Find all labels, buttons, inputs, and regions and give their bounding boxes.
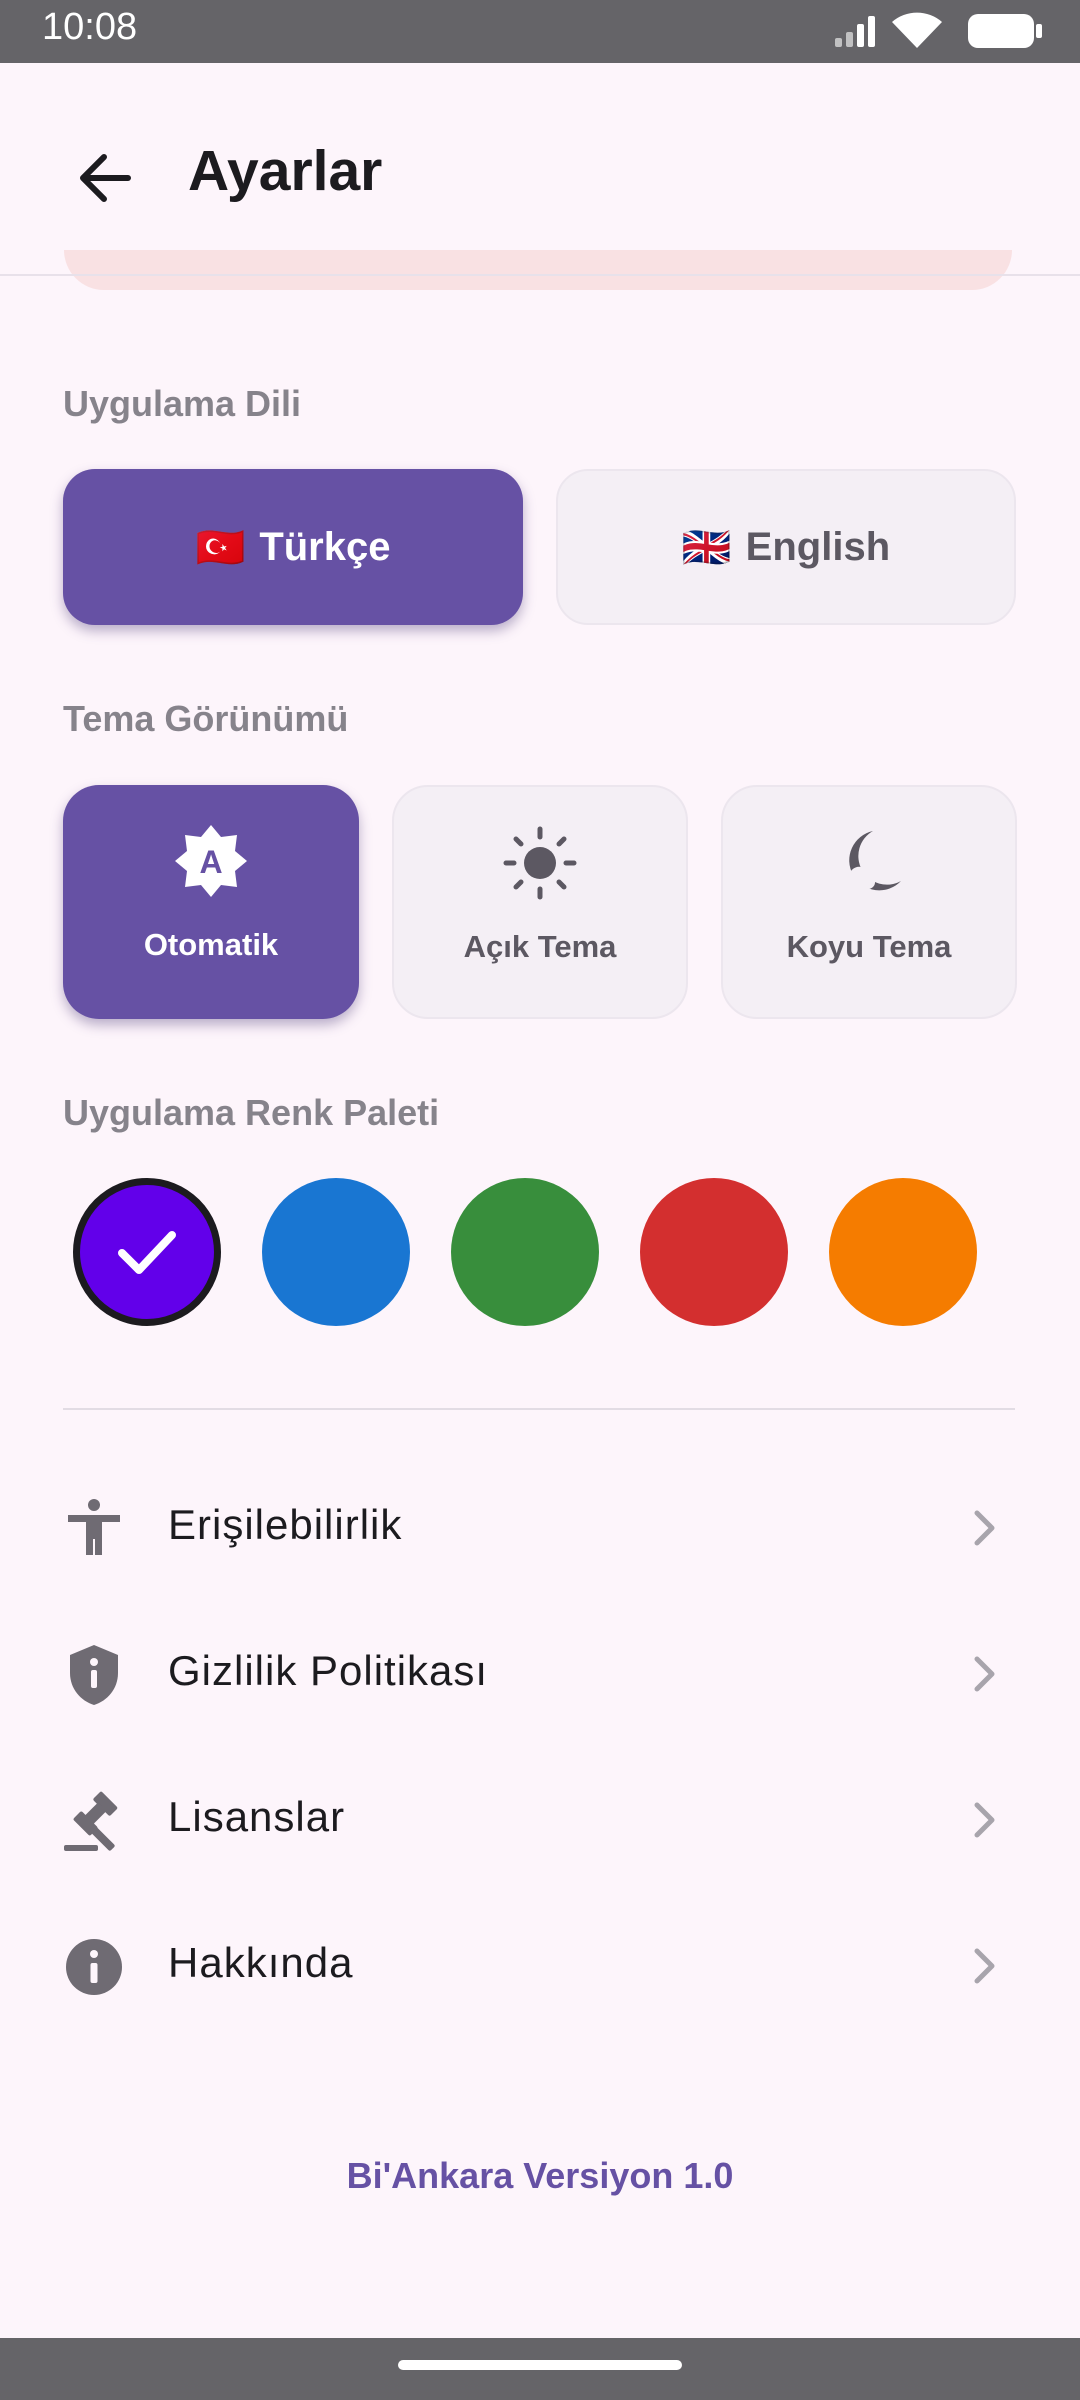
info-icon <box>66 1939 122 1995</box>
status-time: 10:08 <box>42 6 138 48</box>
uk-flag-icon: 🇬🇧 <box>681 525 732 570</box>
theme-section-label: Tema Görünümü <box>63 698 349 739</box>
moon-icon <box>842 831 901 891</box>
language-english-button[interactable]: 🇬🇧 English <box>556 469 1016 625</box>
theme-light-label: Açık Tema <box>463 929 617 964</box>
shield-icon <box>70 1645 118 1705</box>
wifi-icon <box>892 12 942 48</box>
color-swatch-blue[interactable] <box>262 1178 410 1326</box>
chevron-right-icon <box>974 1802 995 1838</box>
menu-item-privacy[interactable]: Gizlilik Politikası <box>0 1601 1080 1747</box>
color-swatch-red[interactable] <box>640 1178 788 1326</box>
check-icon <box>118 1231 176 1274</box>
back-button[interactable] <box>60 133 150 223</box>
color-swatch-orange[interactable] <box>829 1178 977 1326</box>
menu-item-licenses[interactable]: Lisanslar <box>0 1747 1080 1893</box>
language-turkish-button[interactable]: 🇹🇷 Türkçe <box>63 469 523 625</box>
sun-icon <box>503 826 577 900</box>
chevron-right-icon <box>974 1656 995 1692</box>
accessibility-icon <box>68 1499 120 1555</box>
signal-icon <box>835 16 875 47</box>
menu-label-licenses: Lisanslar <box>168 1793 346 1840</box>
theme-light-button[interactable]: Açık Tema <box>392 785 688 1019</box>
language-turkish-label: Türkçe <box>259 524 391 569</box>
page-title: Ayarlar <box>188 139 383 203</box>
app-version: Bi'Ankara Versiyon 1.0 <box>346 2155 734 2196</box>
arrow-back-icon <box>80 154 131 202</box>
menu-item-accessibility[interactable]: Erişilebilirlik <box>0 1455 1080 1601</box>
menu-label-privacy: Gizlilik Politikası <box>168 1647 489 1694</box>
language-english-label: English <box>745 524 891 569</box>
battery-icon <box>968 14 1042 48</box>
status-bar: 10:08 <box>0 0 1080 63</box>
status-icons <box>835 12 1042 48</box>
section-divider <box>63 1408 1015 1410</box>
theme-auto-button[interactable]: A Otomatik <box>63 785 359 1019</box>
theme-auto-label: Otomatik <box>143 927 279 962</box>
app-bar-divider <box>0 274 1080 276</box>
color-swatch-green[interactable] <box>451 1178 599 1326</box>
scrolled-card-edge <box>64 250 1012 290</box>
chevron-right-icon <box>974 1948 995 1984</box>
home-indicator[interactable] <box>398 2360 682 2370</box>
gavel-icon <box>64 1791 118 1851</box>
menu-item-about[interactable]: Hakkında <box>0 1893 1080 2039</box>
app-bar: Ayarlar <box>0 63 1080 273</box>
system-nav-bar <box>0 2338 1080 2400</box>
brightness-auto-icon: A <box>175 825 247 897</box>
color-swatch-purple[interactable] <box>73 1178 221 1326</box>
menu-label-about: Hakkında <box>168 1939 354 1986</box>
language-section-label: Uygulama Dili <box>63 383 302 424</box>
chevron-right-icon <box>974 1510 995 1546</box>
theme-dark-button[interactable]: Koyu Tema <box>721 785 1017 1019</box>
svg-text:A: A <box>199 844 222 880</box>
theme-dark-label: Koyu Tema <box>786 929 952 964</box>
palette-section-label: Uygulama Renk Paleti <box>63 1092 440 1133</box>
menu-label-accessibility: Erişilebilirlik <box>168 1501 403 1548</box>
turkey-flag-icon: 🇹🇷 <box>195 525 246 570</box>
